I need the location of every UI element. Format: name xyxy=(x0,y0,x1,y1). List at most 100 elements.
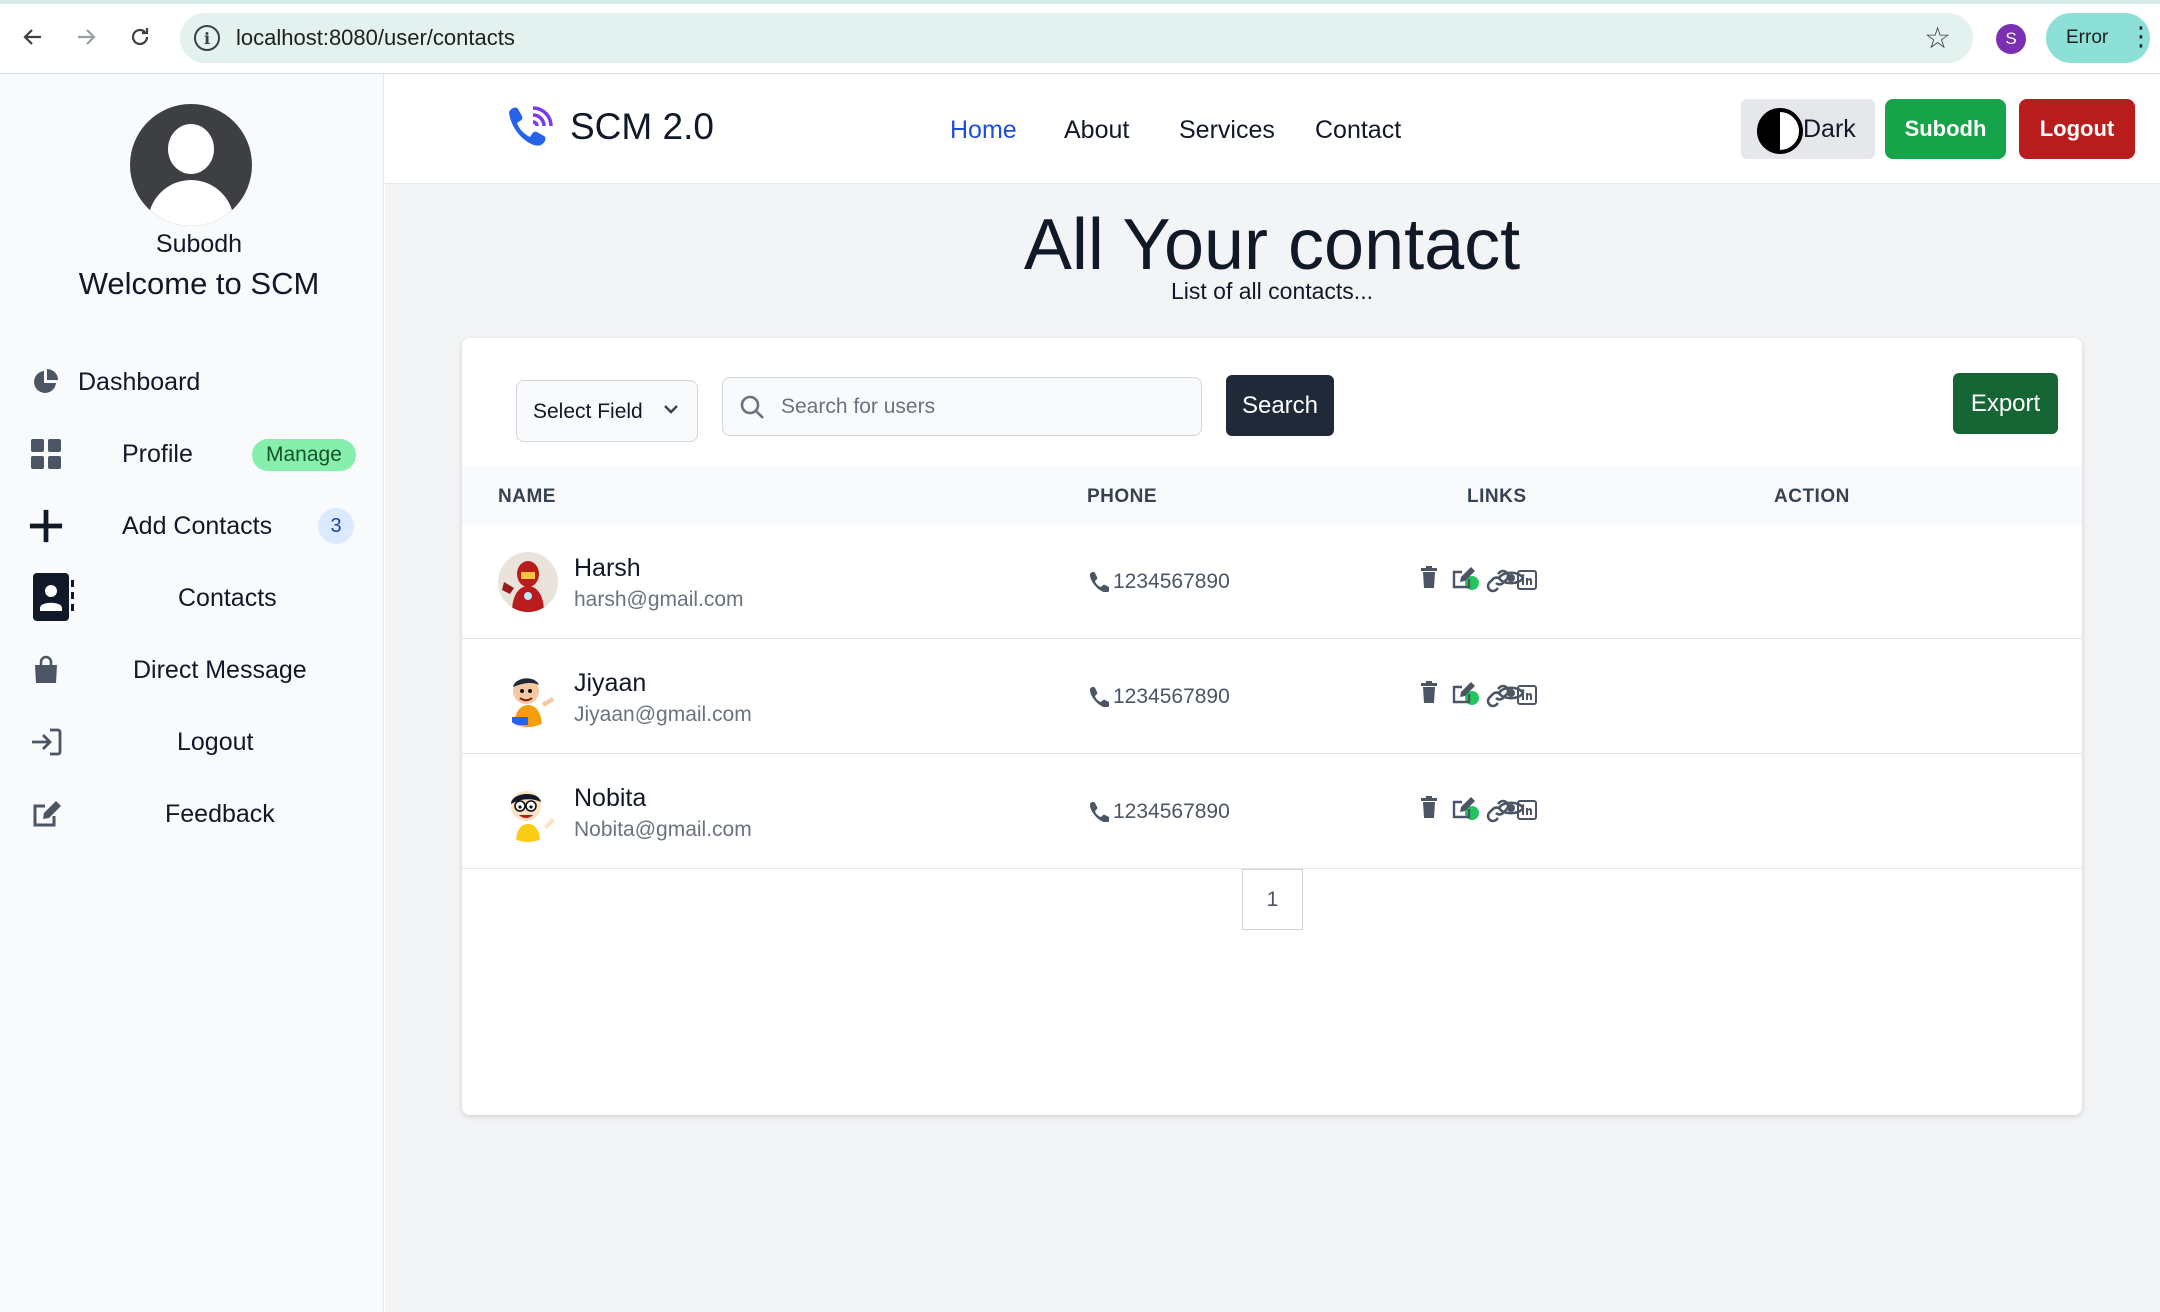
manage-badge: Manage xyxy=(252,439,356,471)
reload-icon xyxy=(131,28,149,46)
sidebar-item-label: Contacts xyxy=(178,584,277,612)
back-arrow-icon xyxy=(23,29,41,45)
column-header-action: ACTION xyxy=(1774,486,1850,507)
sidebar-item-profile[interactable]: Profile Manage xyxy=(28,426,358,482)
plus-icon xyxy=(28,508,64,544)
table-row: Jiyaan Jiyaan@gmail.com 1234567890 xyxy=(462,639,2082,754)
contact-phone: 1234567890 xyxy=(1113,685,1230,708)
forward-arrow-icon xyxy=(78,29,96,45)
contacts-count-badge: 3 xyxy=(318,508,354,544)
field-select-value: Select Field xyxy=(533,400,643,423)
brand-name[interactable]: SCM 2.0 xyxy=(570,106,714,148)
page-title: All Your contact xyxy=(1023,205,1521,285)
delete-icon[interactable] xyxy=(1415,564,1443,592)
column-header-phone: PHONE xyxy=(1087,486,1158,507)
phone-icon xyxy=(1089,686,1109,707)
sidebar-item-logout[interactable]: Logout xyxy=(28,714,358,770)
field-select[interactable]: Select Field xyxy=(516,380,698,442)
search-input[interactable] xyxy=(781,388,1181,426)
contact-avatar xyxy=(498,782,558,842)
chevron-down-icon xyxy=(664,405,678,414)
sidebar-item-label: Dashboard xyxy=(78,368,201,396)
contact-avatar xyxy=(498,552,558,612)
table-row: Nobita Nobita@gmail.com 1234567890 xyxy=(462,754,2082,869)
grid-icon xyxy=(28,436,64,472)
contacts-card: Select Field Search Export NAME PHONE LI… xyxy=(462,338,2082,1115)
edit-icon[interactable] xyxy=(1449,794,1477,822)
address-book-icon xyxy=(32,572,74,622)
page-subtitle: List of all contacts... xyxy=(1171,278,1373,304)
nav-link-home[interactable]: Home xyxy=(950,116,1017,145)
column-header-links: LINKS xyxy=(1467,486,1527,507)
site-info-icon[interactable]: i xyxy=(194,25,220,51)
nav-link-contact[interactable]: Contact xyxy=(1315,116,1401,145)
contact-name[interactable]: Harsh xyxy=(574,554,641,583)
contacts-toolbar: Select Field Search Export xyxy=(462,338,2082,466)
view-eye-icon[interactable] xyxy=(1497,794,1525,822)
edit-icon[interactable] xyxy=(1449,679,1477,707)
address-bar[interactable]: i localhost:8080/user/contacts ☆ xyxy=(180,13,1973,63)
sidebar-item-dashboard[interactable]: Dashboard xyxy=(28,354,358,410)
search-button[interactable]: Search xyxy=(1226,375,1334,436)
nav-link-services[interactable]: Services xyxy=(1179,116,1275,145)
sidebar-welcome: Welcome to SCM xyxy=(78,266,320,301)
contact-name[interactable]: Jiyaan xyxy=(574,669,646,698)
export-button[interactable]: Export xyxy=(1953,373,2058,434)
delete-icon[interactable] xyxy=(1415,794,1443,822)
contact-avatar xyxy=(498,667,558,727)
sidebar-item-direct-message[interactable]: Direct Message xyxy=(28,642,358,698)
phone-logo-icon[interactable] xyxy=(503,102,557,156)
sidebar-item-add-contacts[interactable]: Add Contacts 3 xyxy=(28,498,358,554)
bag-icon xyxy=(28,652,64,688)
edit-icon[interactable] xyxy=(1449,564,1477,592)
view-eye-icon[interactable] xyxy=(1497,679,1525,707)
back-button[interactable] xyxy=(16,20,50,54)
bookmark-star-icon[interactable]: ☆ xyxy=(1924,21,1951,56)
browser-toolbar: i localhost:8080/user/contacts ☆ S Error… xyxy=(0,0,2160,74)
sidebar-item-label: Feedback xyxy=(165,800,275,828)
search-icon xyxy=(740,395,764,419)
kebab-menu-icon: ⋮ xyxy=(2128,21,2154,51)
main-content: All Your contact List of all contacts...… xyxy=(385,184,2160,1312)
logout-icon xyxy=(28,724,64,760)
sidebar-item-label: Direct Message xyxy=(133,656,307,684)
nav-link-about[interactable]: About xyxy=(1064,116,1129,145)
error-label: Error xyxy=(2066,27,2109,48)
sidebar-item-label: Profile xyxy=(122,440,193,468)
browser-error-button[interactable]: Error ⋮ xyxy=(2046,13,2154,63)
view-eye-icon[interactable] xyxy=(1497,564,1525,592)
tab-strip xyxy=(0,0,2160,4)
phone-icon xyxy=(1089,571,1109,592)
table-header: NAME PHONE LINKS ACTION xyxy=(462,466,2082,524)
sidebar-item-label: Add Contacts xyxy=(122,512,273,540)
phone-icon xyxy=(1089,801,1109,822)
sidebar-item-feedback[interactable]: Feedback xyxy=(28,786,358,842)
reload-button[interactable] xyxy=(123,20,157,54)
sidebar-username: Subodh xyxy=(155,230,243,258)
theme-label: Dark xyxy=(1803,115,1856,143)
contact-phone: 1234567890 xyxy=(1113,570,1230,593)
pagination: 1 xyxy=(462,869,2082,931)
contact-email: harsh@gmail.com xyxy=(574,588,744,611)
contact-email: Nobita@gmail.com xyxy=(574,818,752,841)
column-header-name: NAME xyxy=(498,486,556,507)
pie-chart-icon xyxy=(28,364,64,400)
theme-toggle-button[interactable]: Dark xyxy=(1741,99,1875,159)
contact-name[interactable]: Nobita xyxy=(574,784,646,813)
theme-half-circle-icon xyxy=(1757,108,1803,154)
sidebar-item-label: Logout xyxy=(177,728,254,756)
sidebar-item-contacts[interactable]: Contacts xyxy=(28,570,358,626)
table-row: Harsh harsh@gmail.com 1234567890 xyxy=(462,524,2082,639)
url-text[interactable]: localhost:8080/user/contacts xyxy=(236,25,515,51)
edit-icon xyxy=(28,796,64,832)
forward-button[interactable] xyxy=(69,20,103,54)
page-number-button[interactable]: 1 xyxy=(1242,869,1303,930)
contact-phone: 1234567890 xyxy=(1113,800,1230,823)
top-navbar: SCM 2.0 Home About Services Contact Dark… xyxy=(385,74,2160,184)
logout-button[interactable]: Logout xyxy=(2019,99,2135,159)
delete-icon[interactable] xyxy=(1415,679,1443,707)
contact-email: Jiyaan@gmail.com xyxy=(574,703,752,726)
browser-profile-avatar[interactable]: S xyxy=(1996,24,2026,54)
user-profile-button[interactable]: Subodh xyxy=(1885,99,2006,159)
user-avatar xyxy=(130,104,252,226)
